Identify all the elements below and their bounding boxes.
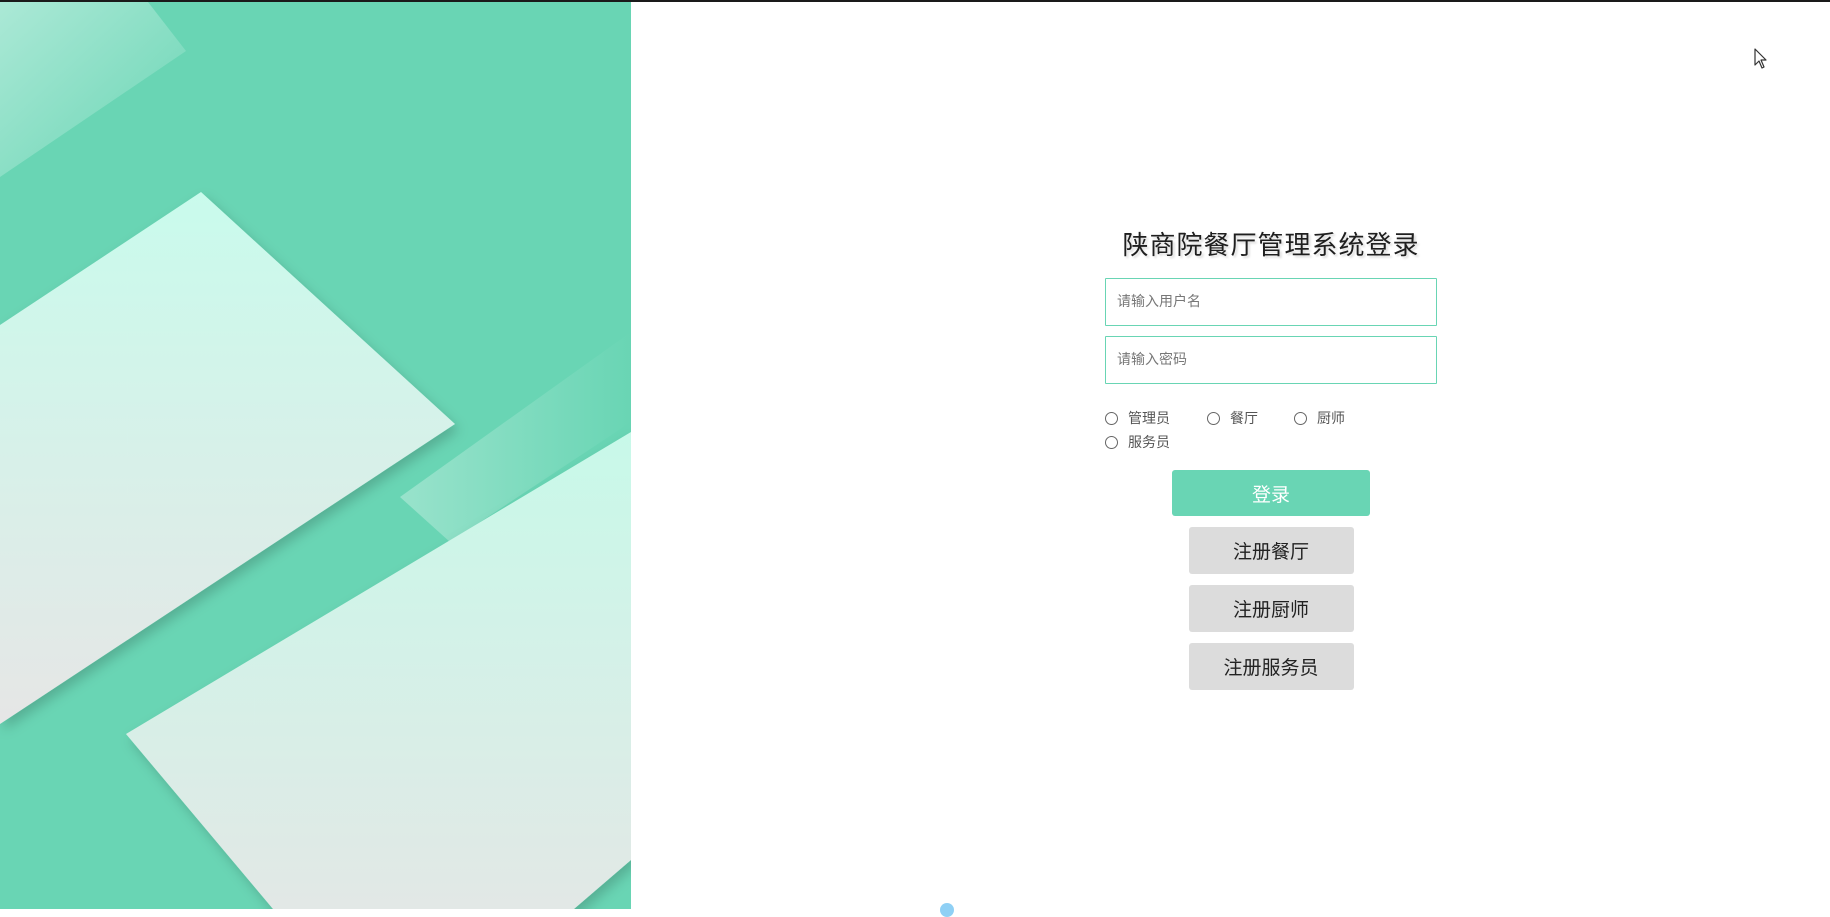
register-waiter-button[interactable]: 注册服务员 — [1188, 643, 1354, 690]
login-area: 陕商院餐厅管理系统登录 管理员 餐厅 厨师 服务员 登录 注册餐厅 — [631, 2, 1830, 909]
mouse-cursor-icon — [1754, 48, 1767, 69]
role-radio-waiter[interactable]: 服务员 — [1105, 433, 1207, 451]
username-input[interactable] — [1105, 278, 1437, 326]
role-label-chef: 厨师 — [1317, 411, 1345, 427]
radio-circle-icon[interactable] — [1105, 435, 1118, 449]
decorative-background-panel — [0, 2, 631, 909]
login-title: 陕商院餐厅管理系统登录 — [1122, 231, 1420, 261]
register-chef-button[interactable]: 注册厨师 — [1188, 585, 1354, 632]
register-restaurant-button[interactable]: 注册餐厅 — [1188, 527, 1354, 574]
radio-circle-icon[interactable] — [1105, 411, 1118, 425]
loading-indicator-icon — [940, 903, 954, 917]
geometric-background-illustration — [0, 2, 631, 909]
role-radio-chef[interactable]: 厨师 — [1294, 409, 1404, 427]
role-radio-group: 管理员 餐厅 厨师 服务员 — [1105, 409, 1437, 451]
login-form: 陕商院餐厅管理系统登录 管理员 餐厅 厨师 服务员 登录 注册餐厅 — [1105, 224, 1437, 690]
action-buttons: 登录 注册餐厅 注册厨师 注册服务员 — [1105, 470, 1437, 690]
role-label-waiter: 服务员 — [1128, 435, 1170, 451]
role-radio-restaurant[interactable]: 餐厅 — [1207, 409, 1294, 427]
role-label-admin: 管理员 — [1128, 411, 1170, 427]
translucent-top-left-shape — [0, 2, 186, 177]
role-label-restaurant: 餐厅 — [1230, 411, 1258, 427]
radio-circle-icon[interactable] — [1294, 411, 1307, 425]
role-radio-admin[interactable]: 管理员 — [1105, 409, 1207, 427]
password-input[interactable] — [1105, 336, 1437, 384]
radio-circle-icon[interactable] — [1207, 411, 1220, 425]
login-button[interactable]: 登录 — [1172, 470, 1370, 516]
